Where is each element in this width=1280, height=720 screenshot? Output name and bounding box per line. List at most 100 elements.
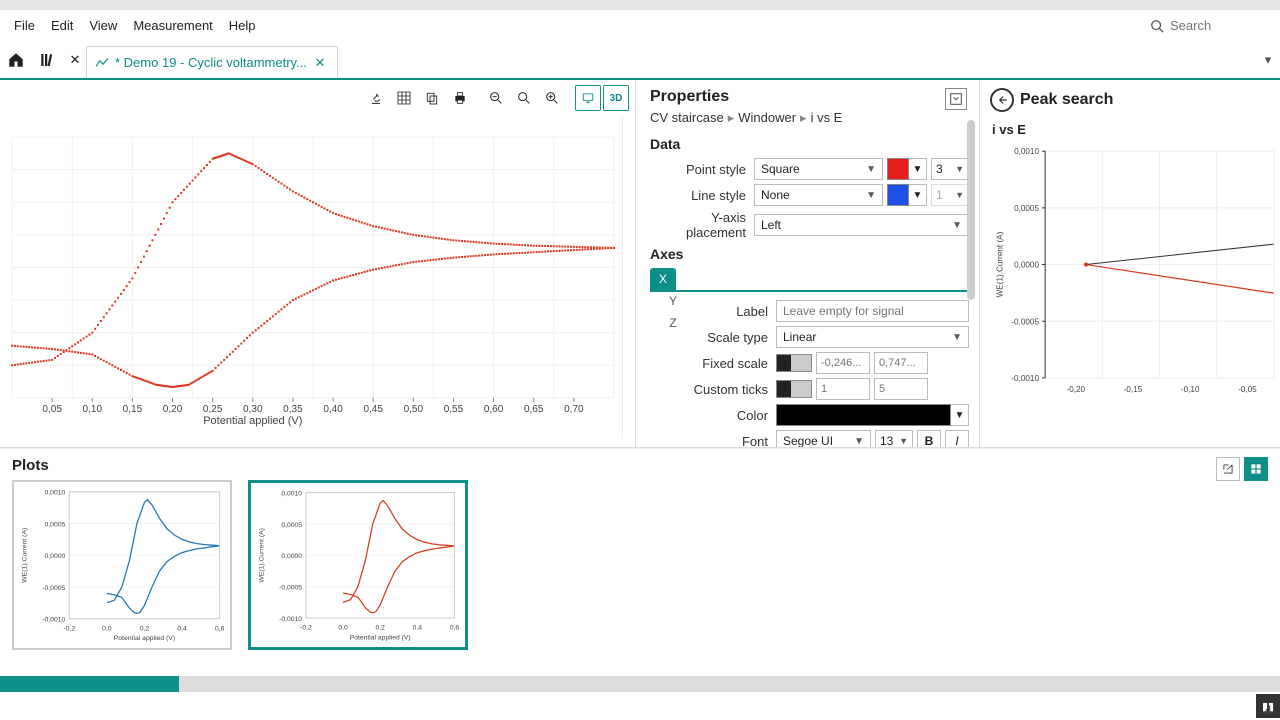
axis-font-size[interactable]: 13▼ bbox=[875, 430, 913, 447]
properties-title: Properties bbox=[650, 88, 969, 106]
fixed-scale-min[interactable] bbox=[816, 352, 870, 374]
line-style-select[interactable]: None▼ bbox=[754, 184, 883, 206]
library-button[interactable] bbox=[32, 42, 64, 78]
axis-tab-x[interactable]: X bbox=[650, 268, 676, 290]
svg-text:0,0010: 0,0010 bbox=[1014, 147, 1039, 156]
menu-help[interactable]: Help bbox=[221, 14, 264, 37]
grid-view-button[interactable] bbox=[1244, 457, 1268, 481]
svg-text:0,35: 0,35 bbox=[283, 404, 303, 415]
copy-icon bbox=[424, 90, 440, 106]
svg-text:0,2: 0,2 bbox=[140, 625, 150, 632]
svg-text:WE(1).Current (A): WE(1).Current (A) bbox=[21, 528, 28, 583]
line-width-select[interactable]: 1▼ bbox=[931, 184, 969, 206]
svg-text:0,30: 0,30 bbox=[243, 404, 263, 415]
svg-text:0,0000: 0,0000 bbox=[1014, 261, 1039, 270]
zoom-in-button[interactable] bbox=[539, 85, 565, 111]
zoom-icon bbox=[516, 90, 532, 106]
data-section-label: Data bbox=[650, 136, 969, 152]
chart-icon bbox=[95, 56, 109, 70]
close-library-button[interactable]: ✕ bbox=[64, 42, 86, 78]
axis-color-swatch[interactable] bbox=[776, 404, 951, 426]
axis-font-label: Font bbox=[672, 434, 776, 448]
bold-button[interactable]: B bbox=[917, 430, 941, 447]
search-input[interactable] bbox=[1170, 18, 1250, 33]
print-button[interactable] bbox=[447, 85, 473, 111]
tab-close-button[interactable]: ✕ bbox=[313, 56, 327, 70]
microscope-icon bbox=[368, 90, 384, 106]
popout-button[interactable] bbox=[1216, 457, 1240, 481]
menu-measurement[interactable]: Measurement bbox=[125, 14, 220, 37]
y-axis-select[interactable]: Left▼ bbox=[754, 214, 969, 236]
peak-subtitle: i vs E bbox=[992, 122, 1276, 137]
back-button[interactable] bbox=[990, 88, 1014, 112]
svg-text:0,45: 0,45 bbox=[363, 404, 383, 415]
tab-strip: ✕ * Demo 19 - Cyclic voltammetry... ✕ ▾ bbox=[0, 42, 1280, 80]
axis-label-input[interactable] bbox=[776, 300, 969, 322]
grid-button[interactable] bbox=[391, 85, 417, 111]
svg-text:0,0010: 0,0010 bbox=[44, 490, 65, 497]
svg-text:0,4: 0,4 bbox=[177, 625, 187, 632]
home-button[interactable] bbox=[0, 42, 32, 78]
point-color-swatch[interactable] bbox=[887, 158, 909, 180]
peak-chart[interactable]: 0,00100,00050,0000-0,0005-0,0010-0,20-0,… bbox=[990, 143, 1276, 403]
axes-section-label: Axes bbox=[650, 246, 969, 262]
3d-button[interactable]: 3D bbox=[603, 85, 629, 111]
menubar: File Edit View Measurement Help bbox=[0, 10, 1280, 42]
custom-ticks-a[interactable] bbox=[816, 378, 870, 400]
fixed-scale-toggle[interactable] bbox=[776, 354, 812, 372]
point-size-select[interactable]: 3▼ bbox=[931, 158, 969, 180]
axis-font-select[interactable]: Segoe UI▼ bbox=[776, 430, 871, 447]
peak-search-pane: Peak search i vs E 0,00100,00050,0000-0,… bbox=[980, 80, 1280, 447]
svg-text:0,25: 0,25 bbox=[203, 404, 223, 415]
properties-scrollbar[interactable] bbox=[967, 120, 977, 439]
2d-button[interactable] bbox=[575, 85, 601, 111]
zoom-button[interactable] bbox=[511, 85, 537, 111]
plot-thumbnail-2[interactable]: 0,00100,00050,0000-0,0005-0,0010-0,20,00… bbox=[248, 480, 468, 650]
line-color-swatch[interactable] bbox=[887, 184, 909, 206]
svg-text:0,0005: 0,0005 bbox=[44, 521, 65, 528]
point-color-caret[interactable]: ▼ bbox=[909, 158, 927, 180]
svg-text:-0,2: -0,2 bbox=[63, 625, 75, 632]
custom-ticks-b[interactable] bbox=[874, 378, 928, 400]
italic-button[interactable]: I bbox=[945, 430, 969, 447]
svg-text:-0,15: -0,15 bbox=[1124, 385, 1143, 394]
zoom-out-button[interactable] bbox=[483, 85, 509, 111]
progress-bar[interactable] bbox=[0, 676, 1280, 692]
menu-file[interactable]: File bbox=[6, 14, 43, 37]
axis-tab-y[interactable]: Y bbox=[660, 290, 686, 312]
plot-thumbnail-1[interactable]: 0,00100,00050,0000-0,0005-0,0010-0,20,00… bbox=[12, 480, 232, 650]
svg-text:-0,20: -0,20 bbox=[1066, 385, 1085, 394]
collapse-properties-button[interactable] bbox=[945, 88, 967, 110]
svg-text:0,0010: 0,0010 bbox=[281, 491, 302, 498]
expand-tabs-button[interactable]: ▾ bbox=[1256, 42, 1280, 78]
search-box[interactable] bbox=[1144, 16, 1274, 35]
svg-text:-0,2: -0,2 bbox=[300, 625, 312, 632]
screen-icon bbox=[581, 91, 595, 105]
axis-tab-z[interactable]: Z bbox=[660, 312, 686, 334]
tab-demo19[interactable]: * Demo 19 - Cyclic voltammetry... ✕ bbox=[86, 46, 338, 78]
custom-ticks-toggle[interactable] bbox=[776, 380, 812, 398]
inspect-button[interactable] bbox=[363, 85, 389, 111]
svg-text:0,2: 0,2 bbox=[375, 625, 385, 632]
line-color-caret[interactable]: ▼ bbox=[909, 184, 927, 206]
svg-text:0,0005: 0,0005 bbox=[1014, 204, 1039, 213]
point-style-select[interactable]: Square▼ bbox=[754, 158, 883, 180]
svg-text:0,55: 0,55 bbox=[444, 404, 464, 415]
fixed-scale-max[interactable] bbox=[874, 352, 928, 374]
search-icon bbox=[1150, 19, 1164, 33]
copy-button[interactable] bbox=[419, 85, 445, 111]
axis-label-label: Label bbox=[672, 304, 776, 319]
fixed-scale-label: Fixed scale bbox=[672, 356, 776, 371]
menu-view[interactable]: View bbox=[81, 14, 125, 37]
svg-text:-0,05: -0,05 bbox=[1238, 385, 1257, 394]
svg-text:0,0: 0,0 bbox=[338, 625, 348, 632]
scale-type-select[interactable]: Linear▼ bbox=[776, 326, 969, 348]
main-plot[interactable]: 0,050,100,150,200,250,300,350,400,450,50… bbox=[4, 116, 623, 439]
svg-text:-0,0010: -0,0010 bbox=[1011, 374, 1039, 383]
menu-edit[interactable]: Edit bbox=[43, 14, 81, 37]
collapse-icon bbox=[949, 92, 963, 106]
svg-text:0,40: 0,40 bbox=[323, 404, 343, 415]
svg-text:0,0000: 0,0000 bbox=[281, 553, 302, 560]
point-style-label: Point style bbox=[650, 162, 754, 177]
svg-text:0,0: 0,0 bbox=[102, 625, 112, 632]
